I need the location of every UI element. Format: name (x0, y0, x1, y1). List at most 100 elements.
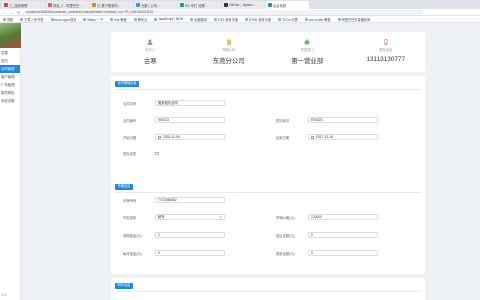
field-label: 附加标识 (276, 118, 290, 123)
bookmark-item[interactable]: 阿里巴巴矢量图标库 (337, 17, 370, 22)
building-icon (226, 39, 231, 45)
favicon-icon (48, 3, 52, 7)
bookmark-icon (304, 17, 308, 21)
browser-tab-active[interactable]: 后台系统 (266, 1, 309, 9)
browser-tab[interactable]: 元数 | 公司... (134, 1, 177, 9)
bookmark-icon (278, 17, 282, 21)
field-label: 车辆价格(元) (276, 215, 295, 220)
browser-tab[interactable]: 三_加班管理 (2, 1, 45, 9)
bookmark-item[interactable]: 已导入的书签 (20, 17, 44, 22)
contract-info-card: 合同基础信息 合同名称 融资租赁合同 合同编号 VIN123 附加标识 EN03… (111, 76, 425, 195)
final-payment-input[interactable]: 0 (308, 250, 378, 256)
chevron-down-icon: ▼ (219, 215, 222, 219)
field-label: 车型选择 (123, 215, 137, 220)
monthly-rent-input[interactable]: 0 (155, 250, 225, 256)
renew-field: 是否续签 (115, 151, 159, 156)
summary-company: 所属公司 东莞分公司 (190, 32, 269, 72)
summary-label: 联系电话 (379, 48, 393, 52)
reload-icon[interactable]: ↻ (17, 10, 20, 15)
bookmark-item[interactable]: HTML 参考手册 (245, 17, 271, 22)
bookmark-icon (50, 17, 54, 21)
browser-tab[interactable]: GitHub - Jepsen... (222, 1, 265, 9)
plate-input[interactable]: TX72684582 (155, 197, 225, 203)
sidebar-item-vendors[interactable]: 厂商管理 (0, 81, 20, 89)
phone-icon (384, 39, 388, 45)
url-input[interactable]: localhost:8080/rtu/contract_contract/con… (23, 9, 424, 15)
summary-value: 古寒 (143, 58, 157, 65)
bookmark-item[interactable]: To Do 列表 (278, 17, 298, 22)
bookmark-icon (213, 17, 217, 21)
extra-id-input[interactable]: EN0321 (308, 117, 378, 123)
sidebar-item-approvals[interactable]: 事项审批 (0, 89, 20, 97)
bookmark-item[interactable]: CSS 参考手册 (213, 17, 238, 22)
favicon-icon (224, 3, 228, 7)
bookmark-icon (154, 17, 158, 21)
sidebar-item-settings[interactable]: 系统设置 (0, 97, 20, 105)
bookmark-icon (109, 17, 113, 21)
summary-value: 第一营业部 (291, 58, 324, 65)
bookmark-item[interactable]: Baidu 一下 (83, 17, 103, 22)
bookmark-item[interactable]: 腾讯云 (133, 17, 147, 22)
bookmark-item[interactable]: 导航 (3, 17, 13, 22)
bookmarks-bar: 导航 已导入的书签 docs.oppo/首页 Baidu 一下 Vue 教程 腾… (0, 16, 480, 23)
field-label: 结束日期 (276, 135, 290, 140)
price-input[interactable]: 120000 (308, 214, 378, 220)
calendar-icon (311, 135, 314, 139)
start-date-picker[interactable]: 2018-11-06 (155, 134, 225, 140)
user-icon (147, 39, 153, 45)
summary-value: 东莞分公司 (212, 58, 245, 65)
summary-label: 所属部门 (300, 48, 314, 52)
back-icon[interactable]: ← (3, 10, 7, 15)
browser-tab[interactable]: 已 基于需求的... (90, 1, 133, 9)
field-label: 车牌号码 (123, 198, 137, 203)
field-label: 是否续签 (123, 152, 137, 156)
card-divider (115, 192, 421, 193)
model-select[interactable]: 轿车 ▼ (155, 214, 225, 220)
contract-name-input[interactable]: 融资租赁合同 (155, 100, 225, 106)
card-title-tag: 合同基础信息 (115, 81, 140, 87)
end-date-picker[interactable]: 2017-12-18 (308, 134, 378, 140)
field-label: 尾款金额(元) (276, 251, 295, 256)
bookmark-item[interactable]: 百度翻译 (190, 17, 207, 22)
final-payment-field: 尾款金额(元) 0 (268, 250, 378, 256)
field-label: 合同编号 (123, 118, 137, 123)
favicon-icon (92, 3, 96, 7)
card-divider (115, 89, 421, 90)
deposit-input[interactable]: 0 (308, 232, 378, 238)
sidebar-item-home[interactable]: 首页 (0, 57, 20, 65)
bookmark-item[interactable]: vue-router 教程 (304, 17, 331, 22)
sidebar-item-customers[interactable]: 客户管理 (0, 73, 20, 81)
plate-field: 车牌号码 TX72684582 (115, 197, 225, 203)
extra-id-field: 附加标识 EN0321 (268, 117, 378, 123)
model-field: 车型选择 轿车 ▼ (115, 214, 225, 220)
browser-tab[interactable]: SG 专栏 经理... (178, 1, 221, 9)
contract-no-input[interactable]: VIN123 (155, 117, 225, 123)
field-label: 保证金额(元) (276, 233, 295, 238)
favicon-icon (136, 3, 140, 7)
browser-tab-strip: 三_加班管理 项目_1 - 阿里巴巴... 已 基于需求的... 元数 | 公司… (0, 0, 480, 9)
sidebar-item-contracts[interactable]: 合同管理 (0, 65, 20, 73)
forward-icon[interactable]: → (10, 10, 14, 15)
address-bar: ← → ↻ localhost:8080/rtu/contract_contra… (0, 9, 480, 16)
bookmark-item[interactable]: docs.oppo/首页 (50, 17, 76, 22)
bookmark-icon (3, 17, 6, 21)
vehicle-info-card: 车辆信息 车牌号码 TX72684582 车型选择 轿车 ▼ 车辆价格(元) 12… (111, 179, 425, 274)
sidebar: 古寒 首页 合同管理 客户管理 厂商管理 事项审批 系统设置 v1.0 (0, 23, 21, 300)
bookmark-icon (190, 17, 194, 21)
end-date-field: 结束日期 2017-12-18 (268, 134, 378, 140)
card-title-tag: 附件信息 (115, 283, 133, 289)
bookmark-icon (20, 17, 24, 21)
summary-owner: 负责人 古寒 (111, 32, 190, 72)
renew-checkbox[interactable] (155, 151, 159, 156)
bookmark-item[interactable]: Vue 教程 (109, 17, 127, 22)
browser-tab[interactable]: 项目_1 - 阿里巴巴... (46, 1, 89, 9)
avatar[interactable] (0, 23, 21, 48)
first-rent-input[interactable]: 0 (155, 232, 225, 238)
bookmark-item[interactable]: JavaScript | MDN (154, 17, 183, 21)
calendar-icon (158, 135, 161, 139)
summary-department: 所属部门 第一营业部 (268, 32, 347, 72)
favicon-icon (4, 3, 8, 7)
summary-phone: 联系电话 13113130777 (347, 32, 426, 72)
first-rent-field: 首期租金(元) 0 (115, 232, 225, 238)
deposit-field: 保证金额(元) 0 (268, 232, 378, 238)
